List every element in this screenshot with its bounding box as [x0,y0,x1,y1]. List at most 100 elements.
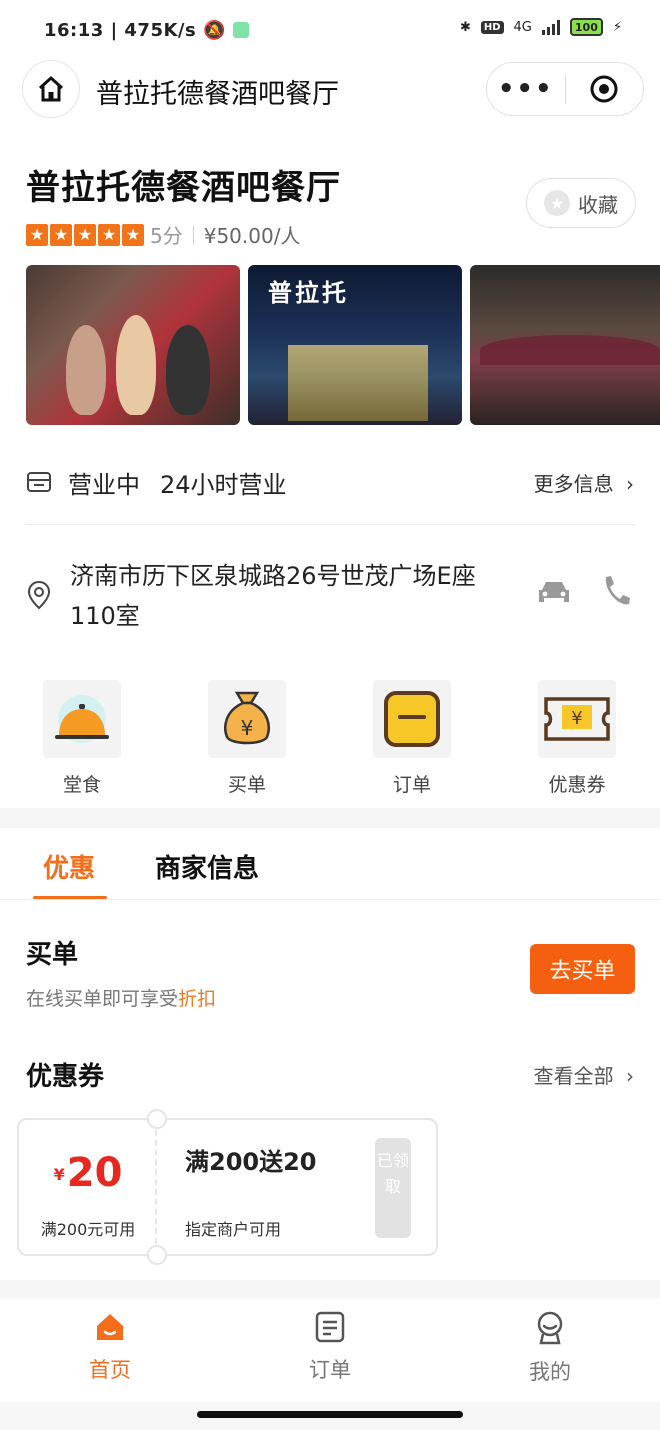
umbrella-shape [480,335,660,365]
network-label: 4G [513,19,532,35]
star-icon: ★ [122,223,144,246]
photo-figure [166,325,210,415]
more-info-label: 更多信息 [533,472,614,496]
quick-label: 优惠券 [548,774,606,796]
svg-text:¥: ¥ [571,708,582,729]
capsule-menu: ••• [486,62,644,116]
shop-sign-text: 普拉托 [268,278,349,307]
coupon-card[interactable]: ¥20 满200元可用 满200送20 指定商户可用 已领取 [17,1109,438,1265]
more-dots-icon: ••• [497,74,554,104]
order-icon [373,680,451,758]
buy-subtitle-text: 在线买单即可享受 [26,988,179,1010]
svg-text:¥: ¥ [241,716,254,740]
coupon-claimed-badge: 已领取 [375,1138,411,1238]
quick-label: 堂食 [62,774,101,796]
shop-photo-2[interactable]: 普拉托 [248,265,462,425]
app-indicator-icon [232,22,249,38]
buy-subtitle: 在线买单即可享受折扣 [26,984,216,1011]
currency-symbol: ¥ [53,1165,65,1184]
amount-value: 20 [66,1150,123,1196]
tab-discounts[interactable]: 优惠 [43,848,95,885]
tabbar-label: 订单 [309,1358,351,1382]
star-icon: ★ [98,223,120,246]
car-icon [539,582,569,602]
photo-figure [116,315,156,415]
money-bag-icon: ¥ [208,680,286,758]
shop-photo-1[interactable] [26,265,240,425]
price-per-person: ¥50.00/人 [203,224,301,248]
content-tabs: 优惠 商家信息 [0,828,660,900]
coupon-notch [147,1245,167,1265]
open-time: 24小时营业 [160,470,287,499]
dining-dome-icon [43,680,121,758]
open-status: 营业中 [68,470,140,499]
quick-orders[interactable]: 订单 [357,680,467,797]
signal-icon [541,19,560,35]
tabbar-label: 我的 [529,1360,571,1384]
favorite-label: 收藏 [578,192,618,217]
status-bar: 16:13 | 475K/s 🔕 ✱ HD 4G 100 ⚡ [0,0,660,60]
clock-text: 16:13 [44,20,104,41]
section-separator [0,808,660,828]
photo-gallery[interactable]: 普拉托 [26,265,660,425]
go-pay-button[interactable]: 去买单 [530,944,635,994]
view-all-label: 查看全部 [533,1064,614,1088]
more-button[interactable]: ••• [487,63,565,115]
home-indicator[interactable] [197,1411,463,1418]
address-row: 济南市历下区泉城路26号世茂广场E座110室 [26,556,636,636]
close-miniprogram-button[interactable] [566,63,644,115]
quick-pay[interactable]: ¥ 买单 [192,680,302,797]
battery-icon: 100 [569,18,603,36]
home-button[interactable] [22,60,80,118]
shop-photo-3[interactable] [470,265,660,425]
store-icon [27,472,51,492]
order-icon [315,1311,345,1343]
coupon-value-panel: ¥20 满200元可用 [19,1120,157,1254]
coupon-name: 满200送20 [185,1148,317,1176]
divider [192,225,194,244]
tabbar-label: 首页 [89,1358,131,1382]
hd-badge: HD [480,20,504,34]
bottom-tabbar: 首页 订单 我的 [0,1298,660,1402]
coupon-ticket-icon: ¥ [538,680,616,758]
star-icon: ★ [50,223,72,246]
call-button[interactable] [600,574,632,612]
quick-dine-in[interactable]: 堂食 [27,680,137,797]
tabbar-orders[interactable]: 订单 [270,1310,390,1384]
view-all-coupons-link[interactable]: 查看全部 › [534,1060,634,1089]
quick-label: 买单 [227,774,266,796]
battery-level: 100 [574,20,598,34]
phone-icon [605,576,630,605]
section-separator [0,1280,660,1298]
rating-score: 5分 [150,224,183,248]
buy-section-title: 买单 [26,940,79,970]
address-text[interactable]: 济南市历下区泉城路26号世茂广场E座110室 [70,556,520,636]
target-circle-icon [590,75,618,103]
bluetooth-icon: ✱ [459,19,471,35]
chevron-right-icon: › [626,1064,634,1088]
coupon-amount: ¥20 [19,1150,157,1196]
favorite-button[interactable]: ★ 收藏 [526,178,636,228]
quick-label: 订单 [392,774,431,796]
charging-icon: ⚡ [612,19,622,35]
location-pin-icon [27,580,51,610]
coupon-notch [147,1109,167,1129]
tab-active-indicator [33,896,107,899]
chevron-right-icon: › [626,472,634,496]
tabbar-home[interactable]: 首页 [50,1310,170,1384]
more-info-link[interactable]: 更多信息 › [534,468,634,497]
tab-merchant-info[interactable]: 商家信息 [155,848,259,885]
star-icon: ★ [26,223,48,246]
photo-figure [66,325,106,415]
star-icon: ★ [74,223,96,246]
star-icon: ★ [544,190,570,216]
home-icon [97,1314,123,1340]
discount-highlight: 折扣 [178,988,217,1010]
shop-name: 普拉托德餐酒吧餐厅 [26,168,341,208]
navigate-car-button[interactable] [536,578,572,612]
status-right: ✱ HD 4G 100 ⚡ [460,18,622,36]
coupon-section-title: 优惠券 [26,1062,105,1092]
quick-coupons[interactable]: ¥ 优惠券 [522,680,632,797]
coupon-condition: 满200元可用 [40,1220,136,1239]
tabbar-profile[interactable]: 我的 [490,1310,610,1386]
